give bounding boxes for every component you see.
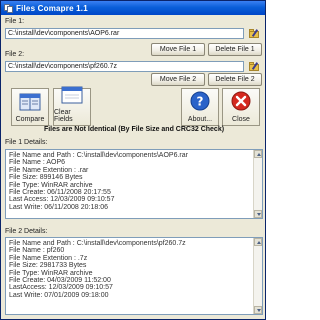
comparison-status: Files are Not Identical (By File Size an…	[43, 126, 225, 133]
detail-line: File Name and Path : C:\install\dev\comp…	[9, 152, 188, 159]
close-button[interactable]: Close	[222, 88, 260, 126]
compare-button[interactable]: Compare	[11, 88, 49, 126]
delete-file2-button[interactable]: Delete File 2	[208, 73, 262, 86]
browse-file2-folder-icon[interactable]	[249, 62, 260, 71]
scroll-up-arrow-icon[interactable]	[254, 150, 262, 158]
detail-line: File Name and Path : C:\install\dev\comp…	[9, 240, 186, 247]
title-bar[interactable]: Files Comapre 1.1	[1, 1, 265, 15]
file2-details-box[interactable]: File Name and Path : C:\install\dev\comp…	[5, 237, 263, 315]
delete-file1-button[interactable]: Delete File 1	[208, 43, 262, 56]
move-file1-button[interactable]: Move File 1	[151, 43, 205, 56]
file1-details-scrollbar[interactable]	[253, 150, 262, 218]
detail-line: File Create: 04/03/2009 11:52:00	[9, 277, 111, 285]
file2-path-field[interactable]: C:\install\dev\components\pf260.7z	[5, 61, 244, 72]
detail-line: File Name : pf260	[9, 247, 65, 255]
browse-file1-folder-icon[interactable]	[249, 29, 260, 38]
svg-text:?: ?	[197, 95, 204, 109]
file1-details-box[interactable]: File Name and Path : C:\install\dev\comp…	[5, 149, 263, 219]
close-label: Close	[232, 116, 250, 123]
detail-line: File Size: 2981733 Bytes	[9, 262, 87, 270]
detail-line: File Size: 899146 Bytes	[9, 174, 83, 182]
window-title: Files Comapre 1.1	[16, 3, 88, 13]
detail-line: File Name Extention : .rar	[9, 166, 89, 174]
detail-line: File Type: WinRAR archive	[9, 181, 93, 189]
help-icon: ?	[190, 91, 210, 113]
file2-details-scrollbar[interactable]	[253, 238, 262, 314]
detail-line: File Create: 06/11/2008 20:17:55	[9, 189, 111, 197]
clear-icon	[61, 86, 83, 106]
detail-line: File Type: WinRAR archive	[9, 269, 93, 277]
close-icon	[231, 91, 251, 113]
about-button[interactable]: ? About...	[181, 88, 219, 126]
detail-line: File Name : AOP6	[9, 159, 66, 167]
file1-details-label: File 1 Details:	[5, 139, 48, 146]
move-file2-button[interactable]: Move File 2	[151, 73, 205, 86]
detail-line: File Name Extention : .7z	[9, 254, 88, 262]
file1-path-field[interactable]: C:\install\dev\components\AOP6.rar	[5, 28, 244, 39]
detail-line: Last Write: 06/11/2008 20:18:06	[9, 203, 108, 211]
compare-label: Compare	[15, 116, 45, 123]
app-window: Files Comapre 1.1 File 1: C:\install\dev…	[0, 0, 266, 320]
detail-line: Last Access: 12/03/2009 09:10:57	[9, 196, 115, 204]
app-icon	[4, 3, 13, 13]
file2-label: File 2:	[5, 51, 25, 58]
detail-line: LastAccess: 12/03/2009 09:10:57	[9, 284, 113, 292]
file2-details-label: File 2 Details:	[5, 228, 48, 235]
scroll-up-arrow-icon[interactable]	[254, 238, 262, 246]
file1-label: File 1:	[5, 18, 25, 25]
about-label: About...	[187, 116, 213, 123]
clear-fields-label: Clear Fields	[54, 109, 73, 123]
clear-fields-button[interactable]: Clear Fields	[53, 86, 91, 126]
scroll-down-arrow-icon[interactable]	[254, 306, 262, 314]
scroll-down-arrow-icon[interactable]	[254, 210, 262, 218]
detail-line: Last Write: 07/01/2009 09:18:00	[9, 291, 109, 299]
compare-icon	[19, 93, 41, 113]
